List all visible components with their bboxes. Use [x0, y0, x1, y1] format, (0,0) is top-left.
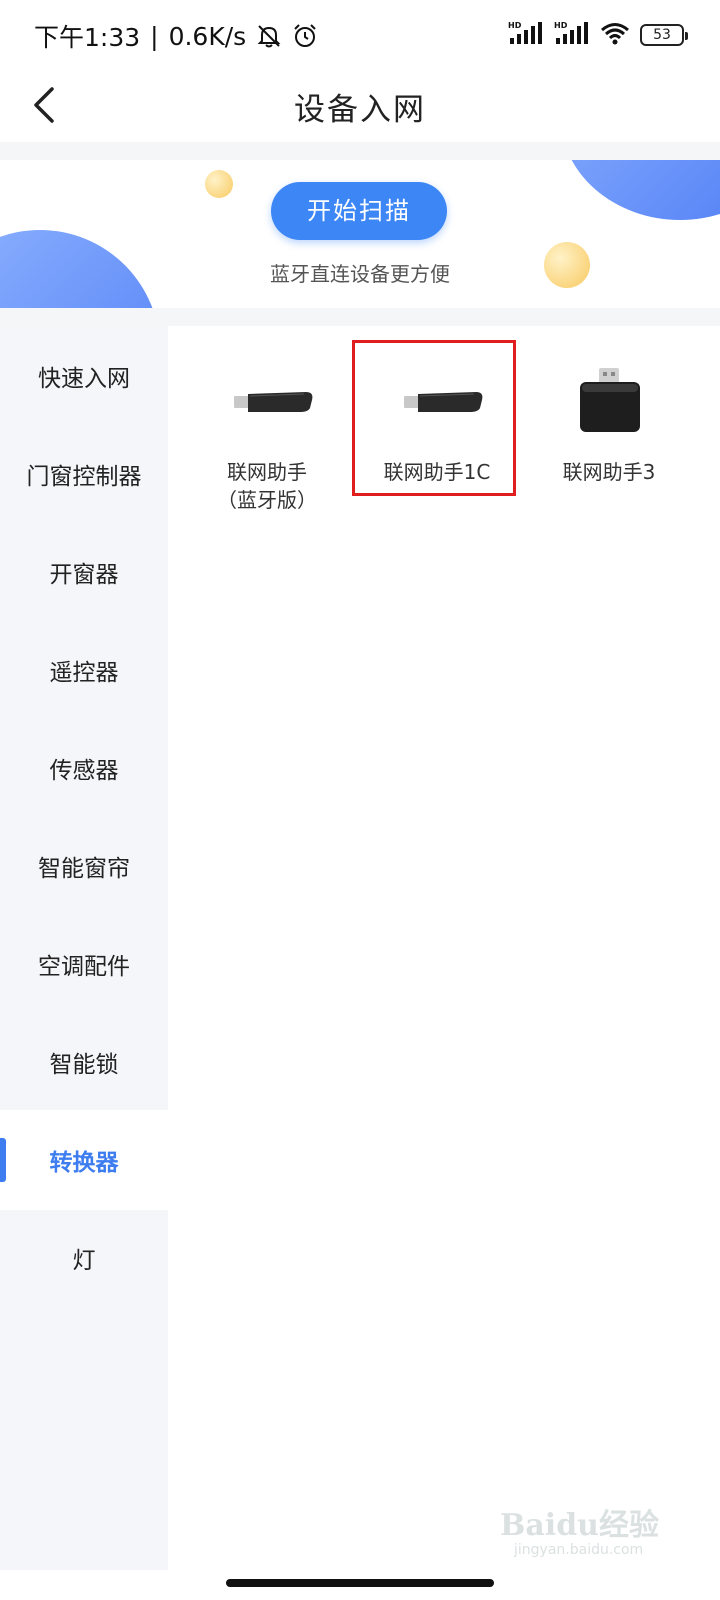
- sidebar-item-light[interactable]: 灯: [0, 1208, 168, 1308]
- start-scan-button[interactable]: 开始扫描: [271, 182, 447, 240]
- usb-hub-icon: [526, 366, 692, 436]
- page-title: 设备入网: [294, 92, 426, 128]
- hd-label-2: HD: [554, 21, 568, 30]
- watermark-url: jingyan.baidu.com: [514, 1542, 644, 1558]
- baidu-watermark: Baidu经验 jingyan.baidu.com: [500, 1480, 680, 1570]
- status-time: 下午1:33: [34, 23, 141, 52]
- sidebar-item-door-window[interactable]: 门窗控制器: [0, 424, 168, 524]
- sidebar-item-sensor[interactable]: 传感器: [0, 718, 168, 818]
- scan-subtitle: 蓝牙直连设备更方便: [270, 262, 450, 286]
- status-left: 下午1:33 | 0.6K/s: [34, 18, 318, 54]
- sidebar-item-ac[interactable]: 空调配件: [0, 914, 168, 1014]
- device-grid: 联网助手 （蓝牙版） 联网助手1C 联网助手3: [168, 326, 720, 1570]
- sidebar-item-converter[interactable]: 转换器: [0, 1110, 168, 1210]
- hd-signal-icon: HD: [508, 20, 544, 50]
- hd-signal-icon: HD: [554, 20, 590, 50]
- hd-label-1: HD: [508, 21, 522, 30]
- home-indicator[interactable]: [226, 1579, 494, 1587]
- status-separator: |: [150, 21, 159, 51]
- sidebar-item-quick[interactable]: 快速入网: [0, 326, 168, 426]
- watermark-brand: Baidu经验: [500, 1508, 659, 1543]
- wifi-icon: [600, 21, 630, 49]
- decor-dot: [205, 170, 233, 198]
- device-label-sub: （蓝牙版）: [217, 488, 317, 512]
- status-bar: 下午1:33 | 0.6K/s HD HD 53: [0, 0, 720, 70]
- device-card-3[interactable]: 联网助手3: [526, 346, 692, 496]
- sidebar-item-window-opener[interactable]: 开窗器: [0, 522, 168, 622]
- sidebar-item-remote[interactable]: 遥控器: [0, 620, 168, 720]
- sidebar-item-curtain[interactable]: 智能窗帘: [0, 816, 168, 916]
- usb-dongle-icon: [184, 366, 350, 436]
- highlight-box: [352, 340, 516, 496]
- category-sidebar: 快速入网 门窗控制器 开窗器 遥控器 传感器 智能窗帘 空调配件 智能锁 转换器…: [0, 326, 168, 1570]
- divider: [0, 142, 720, 160]
- decor-blob: [560, 160, 720, 220]
- header: 设备入网: [0, 70, 720, 142]
- status-right: HD HD 53: [508, 20, 688, 50]
- battery-indicator: 53: [640, 24, 688, 46]
- device-label: 联网助手3: [562, 460, 656, 484]
- alarm-icon: [292, 23, 318, 49]
- divider: [0, 308, 720, 326]
- bell-off-icon: [256, 23, 282, 49]
- sidebar-item-lock[interactable]: 智能锁: [0, 1012, 168, 1112]
- device-label: 联网助手: [227, 460, 307, 484]
- status-speed: 0.6K/s: [168, 21, 247, 51]
- device-card-bluetooth[interactable]: 联网助手 （蓝牙版）: [184, 346, 350, 512]
- scan-banner: 开始扫描 蓝牙直连设备更方便: [0, 160, 720, 308]
